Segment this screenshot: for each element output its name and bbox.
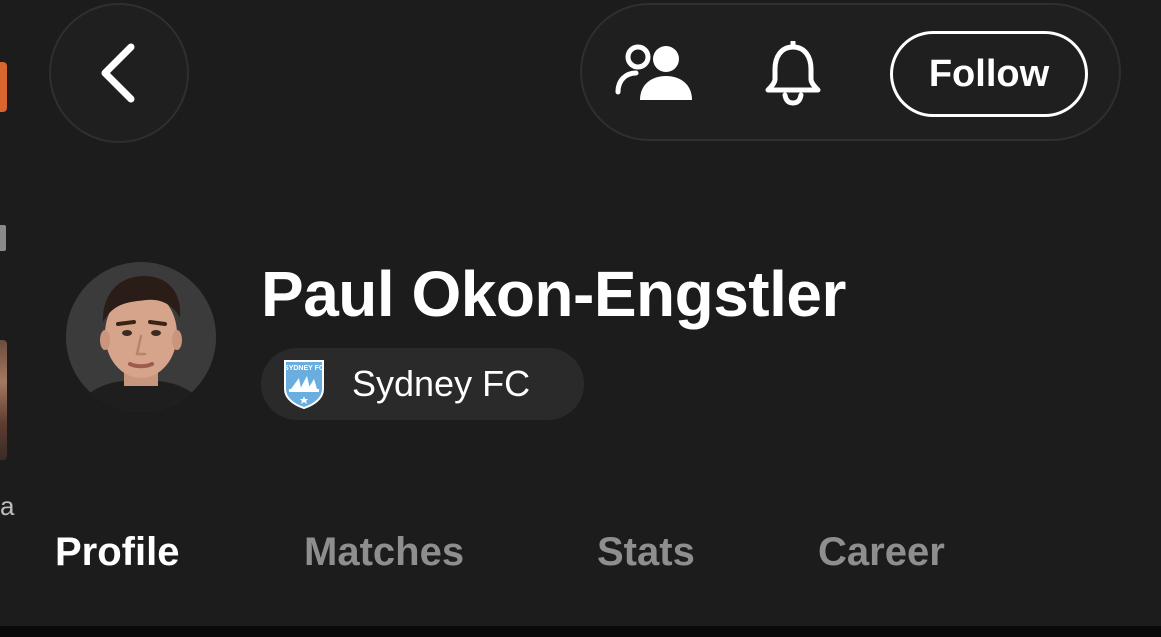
back-button[interactable] (49, 3, 189, 143)
crest-text: SYDNEY FC (284, 365, 324, 372)
people-icon[interactable] (614, 42, 698, 104)
tab-profile[interactable]: Profile (55, 528, 179, 576)
player-avatar (66, 262, 216, 412)
profile-tabs: Profile Matches Stats Career (0, 528, 1161, 578)
player-name: Paul Okon-Engstler (261, 258, 846, 330)
player-page: a Follow Paul Okon-Engstler SYDNEY FC Sy… (0, 0, 1161, 637)
previous-card-photo (0, 340, 7, 460)
club-chip[interactable]: SYDNEY FC Sydney FC (261, 348, 584, 420)
bottom-edge (0, 626, 1161, 637)
player-photo (66, 262, 216, 412)
tab-career[interactable]: Career (818, 528, 945, 576)
bell-icon[interactable] (760, 39, 826, 107)
tab-matches[interactable]: Matches (304, 528, 464, 576)
follow-button[interactable]: Follow (890, 31, 1088, 117)
previous-card-badge (0, 62, 7, 112)
club-crest-icon: SYDNEY FC (284, 360, 324, 409)
previous-card-mark (0, 225, 6, 251)
header-actions: Follow (580, 3, 1121, 141)
tab-stats[interactable]: Stats (597, 528, 695, 576)
previous-card-text: a (0, 491, 15, 521)
club-name: Sydney FC (352, 363, 531, 404)
chevron-left-icon (101, 43, 135, 103)
